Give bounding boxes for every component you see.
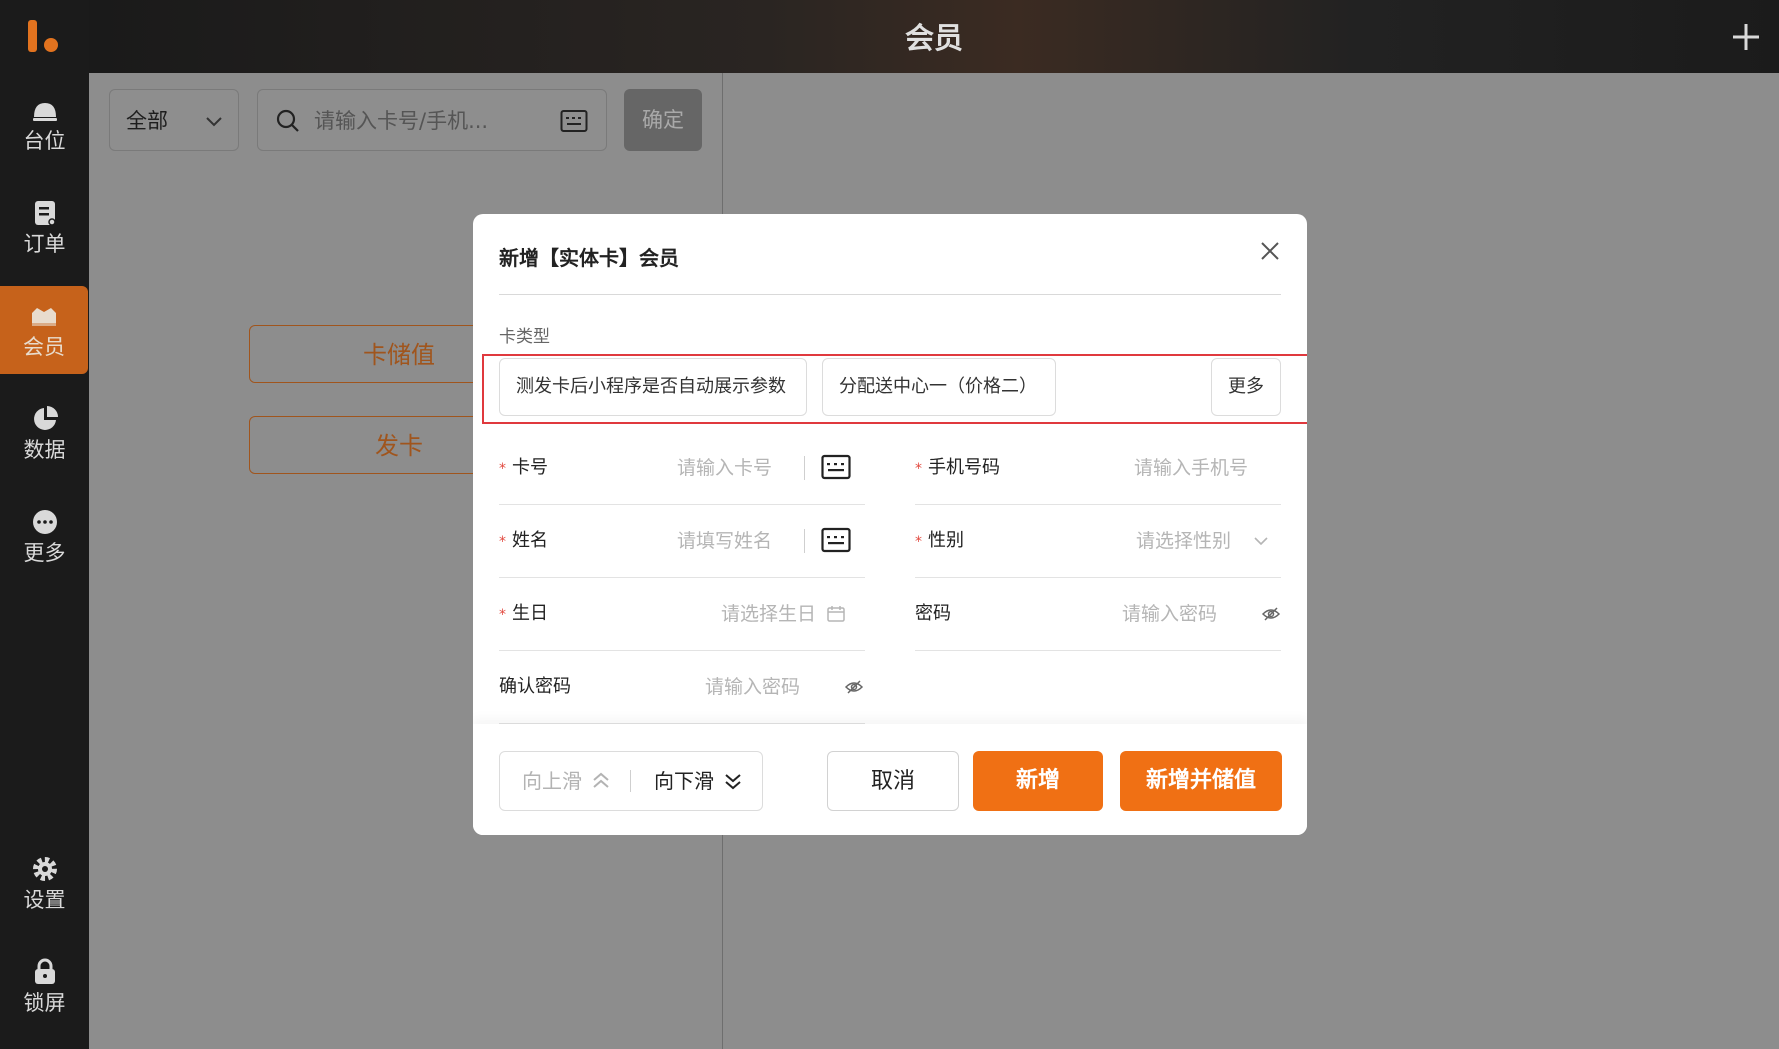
- add-button[interactable]: 新增: [973, 751, 1103, 811]
- confirm-password-placeholder: 请输入密码: [705, 676, 801, 698]
- sidebar-item-label: 会员: [23, 335, 65, 359]
- sidebar-item-lock[interactable]: 锁屏: [0, 942, 89, 1030]
- field-separator: [804, 456, 805, 480]
- required-mark: *: [499, 607, 506, 623]
- card-type-option[interactable]: 分配送中心一（价格二）: [822, 358, 1056, 416]
- scroll-up-button[interactable]: 向上滑: [522, 752, 582, 810]
- dialog-title: 新增【实体卡】会员: [499, 246, 679, 270]
- required-mark: *: [499, 534, 506, 550]
- scroll-down-button[interactable]: 向下滑: [654, 752, 714, 810]
- sidebar: 台位 订单 会员 数据 更多 设置 锁屏: [0, 0, 89, 1049]
- card-type-option[interactable]: 测发卡后小程序是否自动展示参数: [499, 358, 807, 416]
- sidebar-item-members[interactable]: 会员: [0, 286, 88, 374]
- lock-icon: [34, 958, 55, 984]
- phone-label: 手机号码: [928, 457, 1000, 478]
- eye-off-icon[interactable]: [844, 677, 864, 697]
- search-icon: [276, 109, 299, 132]
- double-chevron-up-icon: [593, 772, 609, 788]
- card-type-label: 卡类型: [499, 327, 550, 347]
- bell-icon: [32, 103, 57, 121]
- eye-off-icon[interactable]: [1261, 604, 1281, 624]
- double-chevron-down-icon: [725, 774, 741, 790]
- sidebar-item-data[interactable]: 数据: [0, 389, 89, 477]
- birthday-placeholder: 请选择生日: [721, 603, 817, 625]
- cancel-button[interactable]: 取消: [827, 751, 959, 811]
- sidebar-item-label: 更多: [23, 541, 66, 565]
- name-field[interactable]: * 姓名 请填写姓名: [499, 505, 865, 578]
- dialog-footer: 向上滑 向下滑 取消 新增 新增并储值: [473, 724, 1307, 835]
- filter-select[interactable]: 全部: [109, 89, 239, 151]
- sidebar-item-tables[interactable]: 台位: [0, 80, 89, 168]
- keyboard-icon[interactable]: [560, 109, 588, 133]
- search-input[interactable]: 请输入卡号/手机...: [257, 89, 607, 151]
- more-card-types-button[interactable]: 更多: [1211, 358, 1281, 416]
- gender-field[interactable]: * 性别 请选择性别: [915, 505, 1281, 578]
- sidebar-item-label: 设置: [23, 888, 66, 912]
- header-bar: 会员: [89, 0, 1779, 73]
- gender-placeholder: 请选择性别: [1136, 530, 1232, 552]
- close-icon[interactable]: [1259, 240, 1281, 262]
- chevron-down-icon: [1254, 537, 1268, 546]
- password-placeholder: 请输入密码: [1122, 603, 1218, 625]
- order-icon: [34, 201, 56, 226]
- phone-placeholder: 请输入手机号: [1134, 457, 1249, 479]
- sidebar-item-label: 订单: [23, 232, 66, 256]
- add-and-recharge-button[interactable]: 新增并储值: [1120, 751, 1282, 811]
- name-label: 姓名: [512, 530, 548, 551]
- gear-icon: [32, 857, 57, 881]
- sidebar-item-orders[interactable]: 订单: [0, 183, 89, 271]
- required-mark: *: [915, 461, 922, 477]
- keyboard-icon[interactable]: [821, 527, 851, 553]
- more-icon: [32, 510, 57, 534]
- scroll-control: 向上滑 向下滑: [499, 751, 763, 811]
- dialog-divider: [499, 294, 1281, 295]
- sidebar-item-more[interactable]: 更多: [0, 492, 89, 580]
- app-logo: [28, 20, 58, 52]
- confirm-password-field[interactable]: 确认密码 请输入密码: [499, 651, 865, 724]
- card-number-placeholder: 请输入卡号: [677, 457, 773, 479]
- field-separator: [804, 529, 805, 553]
- sidebar-item-label: 台位: [23, 129, 66, 153]
- required-mark: *: [915, 534, 922, 550]
- chevron-down-icon: [206, 117, 222, 127]
- phone-field[interactable]: * 手机号码 请输入手机号: [915, 432, 1281, 505]
- required-mark: *: [499, 461, 506, 477]
- keyboard-icon[interactable]: [821, 454, 851, 480]
- sidebar-item-label: 数据: [23, 438, 66, 462]
- gender-label: 性别: [928, 530, 964, 551]
- search-placeholder: 请输入卡号/手机...: [314, 109, 489, 133]
- password-field[interactable]: 密码 请输入密码: [915, 578, 1281, 651]
- calendar-icon: [827, 606, 845, 622]
- confirm-password-label: 确认密码: [499, 676, 571, 697]
- password-label: 密码: [915, 603, 951, 624]
- member-icon: [32, 308, 56, 326]
- birthday-field[interactable]: * 生日 请选择生日: [499, 578, 865, 651]
- scroll-separator: [630, 770, 631, 792]
- name-placeholder: 请填写姓名: [677, 530, 773, 552]
- pie-chart-icon: [33, 406, 58, 430]
- add-member-dialog: 新增【实体卡】会员 卡类型 测发卡后小程序是否自动展示参数 分配送中心一（价格二…: [473, 214, 1307, 835]
- page-title: 会员: [904, 21, 963, 55]
- confirm-button[interactable]: 确定: [624, 89, 702, 151]
- filter-selected-value: 全部: [126, 109, 168, 133]
- birthday-label: 生日: [512, 603, 548, 624]
- sidebar-item-settings[interactable]: 设置: [0, 839, 89, 927]
- card-number-label: 卡号: [512, 457, 548, 478]
- card-number-field[interactable]: * 卡号 请输入卡号: [499, 432, 865, 505]
- plus-icon[interactable]: [1729, 20, 1763, 54]
- sidebar-item-label: 锁屏: [23, 991, 66, 1015]
